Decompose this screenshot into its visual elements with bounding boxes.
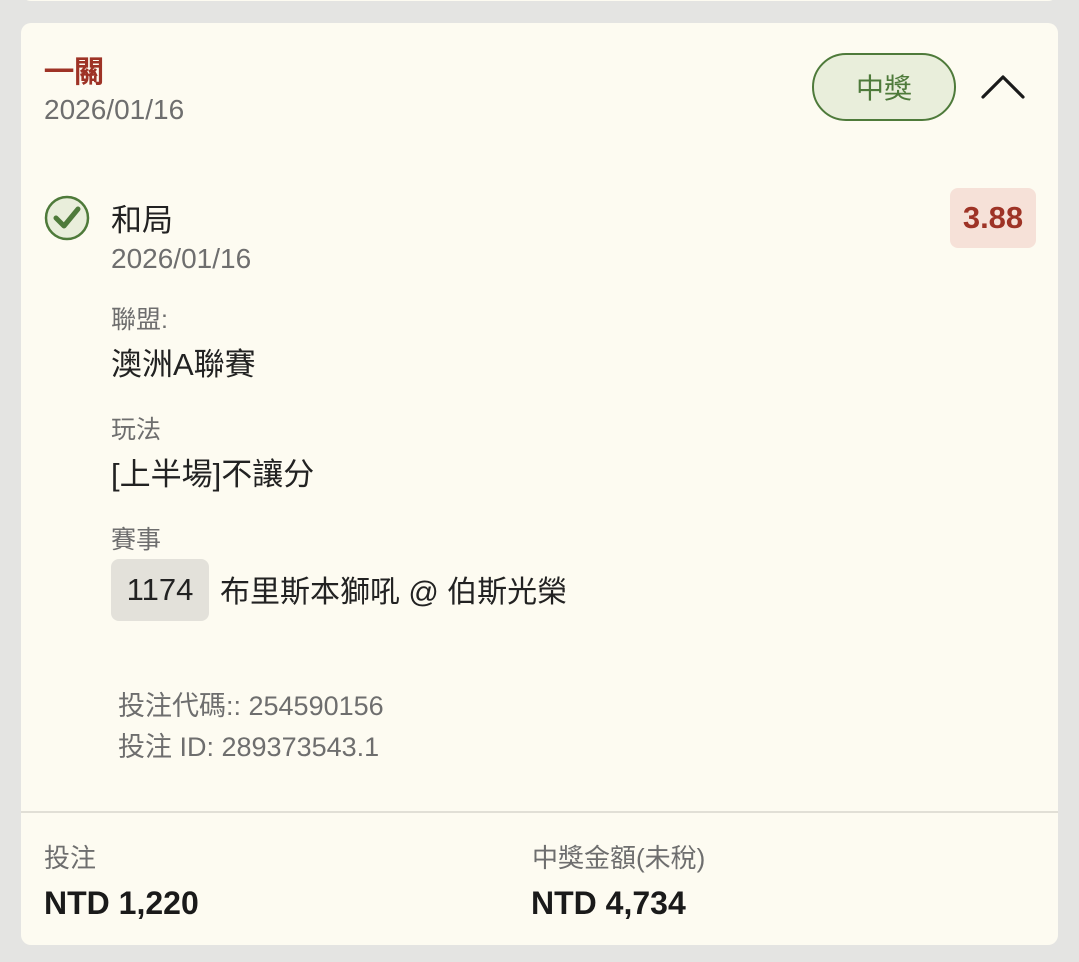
previous-bet-card bbox=[21, 0, 1058, 1]
bet-type-label: 一關 bbox=[44, 56, 104, 89]
odds-badge: 3.88 bbox=[950, 188, 1036, 248]
payout-value: NTD 4,734 bbox=[531, 885, 686, 921]
market-label: 玩法 bbox=[111, 416, 162, 444]
check-circle-icon bbox=[44, 195, 90, 241]
status-badge: 中獎 bbox=[812, 53, 956, 121]
bet-code-line: 投注代碼:: 254590156 bbox=[118, 691, 384, 721]
chevron-up-icon bbox=[981, 75, 1025, 99]
event-name: 布里斯本獅吼 @ 伯斯光榮 bbox=[220, 576, 568, 609]
stake-value: NTD 1,220 bbox=[44, 885, 199, 921]
divider bbox=[21, 811, 1058, 813]
odds-value: 3.88 bbox=[962, 200, 1024, 235]
payout-label: 中獎金額(未稅) bbox=[532, 843, 706, 873]
bet-date: 2026/01/16 bbox=[44, 94, 185, 125]
league-label: 聯盟: bbox=[111, 306, 168, 334]
selection-name: 和局 bbox=[111, 203, 173, 238]
selection-date: 2026/01/16 bbox=[111, 243, 252, 274]
bet-id-line: 投注 ID: 289373543.1 bbox=[118, 732, 380, 762]
event-label: 賽事 bbox=[111, 526, 162, 554]
bet-card: 一關 2026/01/16 中獎 和局 2026/01/16 3.88 聯盟: … bbox=[21, 23, 1058, 945]
league-value: 澳洲A聯賽 bbox=[111, 347, 256, 382]
event-code-badge: 1174 bbox=[111, 559, 209, 621]
stake-label: 投注 bbox=[44, 843, 97, 873]
event-code: 1174 bbox=[126, 572, 194, 607]
collapse-button[interactable] bbox=[974, 61, 1032, 111]
market-value: [上半場]不讓分 bbox=[111, 457, 315, 492]
status-badge-label: 中獎 bbox=[855, 73, 912, 104]
